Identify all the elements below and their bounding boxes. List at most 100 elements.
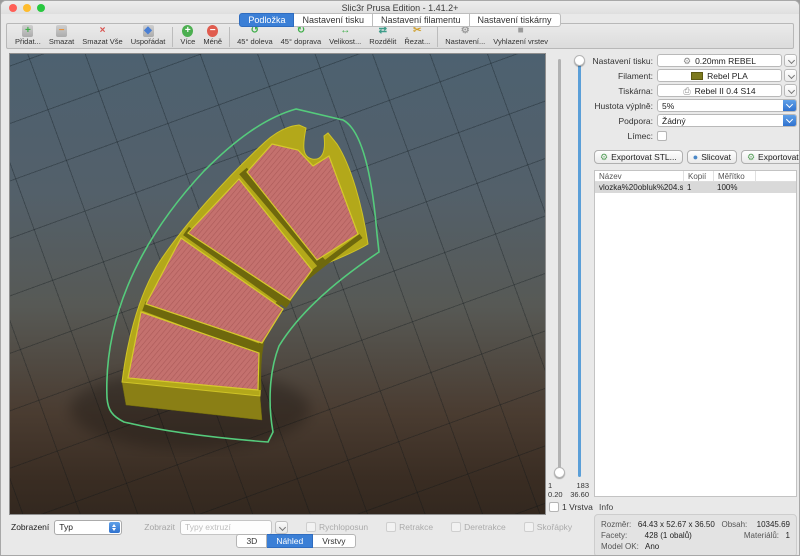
toolbar-separator (172, 27, 173, 47)
extrusion-types-input[interactable] (180, 520, 272, 535)
main-tabs: Podložka Nastavení tisku Nastavení filam… (1, 13, 799, 27)
export-gcode-icon: ⚙ (747, 153, 755, 162)
print-settings-dropdown-button[interactable] (784, 54, 797, 67)
printer-combo[interactable]: ⎙ Rebel II 0.4 S14 (657, 84, 782, 97)
chevron-down-icon (785, 101, 792, 108)
object-name-cell: vlozka%20obluk%204.stl (595, 182, 683, 193)
tab-podlozka[interactable]: Podložka (239, 13, 294, 27)
single-layer-toggle[interactable]: 1 Vrstva (549, 502, 593, 512)
tab-nastaveni-tiskarny[interactable]: Nastavení tiskárny (470, 13, 561, 27)
export-stl-icon: ⚙ (600, 153, 608, 162)
layer-slider-low[interactable] (558, 59, 561, 477)
chevron-down-icon (278, 523, 285, 530)
object-table-header: Název Kopií Měřítko (595, 171, 796, 182)
facets-label: Facety: (601, 531, 645, 540)
split-button[interactable]: ⇄ Rozdělit (365, 25, 400, 49)
slice-icon: ● (693, 153, 698, 162)
rotate-left-button[interactable]: ↺ 45° doleva (233, 25, 277, 49)
printer-icon: ⎙ (683, 86, 690, 96)
object-copies-cell: 1 (683, 182, 713, 193)
view-3d-button[interactable]: 3D (236, 534, 267, 548)
view-layers-button[interactable]: Vrstvy (313, 534, 355, 548)
add-button[interactable]: + Přidat... (11, 25, 45, 49)
shells-checkbox[interactable] (524, 522, 534, 532)
layer-slider-low-knob[interactable] (554, 467, 565, 478)
rotate-right-button[interactable]: ↻ 45° doprava (277, 25, 326, 49)
display-label: Zobrazení (11, 522, 49, 532)
layer-smoothing-button[interactable]: ■ Vyhlazení vrstev (489, 25, 552, 49)
object-list-table[interactable]: Název Kopií Měřítko vlozka%20obluk%204.s… (594, 170, 797, 497)
arrange-button[interactable]: ◆ Uspořádat (127, 25, 170, 49)
single-layer-checkbox[interactable] (549, 502, 559, 512)
unretractions-checkbox[interactable] (451, 522, 461, 532)
table-row[interactable]: vlozka%20obluk%204.stl 1 100% (595, 182, 796, 193)
scale-button[interactable]: ↔ Velikost... (325, 25, 365, 49)
object-scale-cell: 100% (713, 182, 755, 193)
dropdown-arrow-button[interactable] (783, 100, 796, 111)
view-switcher: 3D Náhled Vrstvy (1, 534, 591, 548)
infill-density-row: Hustota výplně: 5% (591, 98, 800, 113)
export-gcode-button[interactable]: ⚙ Exportovat G-kód... (741, 150, 800, 164)
retractions-checkbox[interactable] (386, 522, 396, 532)
export-buttons: ⚙ Exportovat STL... ● Slicovat ⚙ Exporto… (591, 150, 800, 164)
print-settings-combo[interactable]: ⚙ 0.20mm REBEL (657, 54, 782, 67)
shells-toggle[interactable]: Skořápky (524, 522, 572, 532)
unretractions-toggle[interactable]: Deretrakce (451, 522, 506, 532)
infill-density-select[interactable]: 5% (657, 99, 797, 112)
info-title: Info (599, 502, 800, 512)
slice-button[interactable]: ● Slicovat (687, 150, 737, 164)
filament-row: Filament: Rebel PLA (591, 68, 800, 83)
max-z-label: 36.60 (570, 490, 589, 499)
view-preview-button[interactable]: Náhled (267, 534, 313, 548)
size-label: Rozměr: (601, 520, 638, 529)
min-layer-label: 1 (548, 481, 552, 490)
min-z-label: 0.20 (548, 490, 563, 499)
display-mode-dropdown[interactable]: Typ (54, 520, 122, 535)
size-value: 64.43 x 52.67 x 36.50 (638, 520, 722, 529)
travel-toggle[interactable]: Rychloposun (306, 522, 368, 532)
materials-value: 1 (786, 531, 790, 540)
printer-row: Tiskárna: ⎙ Rebel II 0.4 S14 (591, 83, 800, 98)
stepper-icon (109, 522, 120, 533)
sliced-object-preview[interactable] (10, 54, 546, 515)
layer-slider-high[interactable] (578, 59, 581, 477)
delete-button[interactable]: − Smazat (45, 25, 78, 49)
cut-button[interactable]: ✂ Řezat... (400, 25, 434, 49)
object-settings-button[interactable]: ⚙ Nastavení... (441, 25, 489, 49)
max-layer-label: 183 (576, 481, 589, 490)
filament-combo[interactable]: Rebel PLA (657, 69, 782, 82)
chevron-down-icon (787, 57, 794, 64)
window-title: Slic3r Prusa Edition - 1.41.2+ (1, 3, 799, 13)
brim-row: Límec: (591, 128, 800, 143)
layer-slider-high-knob[interactable] (574, 55, 585, 66)
volume-value: 10345.69 (757, 520, 790, 529)
brim-checkbox[interactable] (657, 131, 667, 141)
preview-3d-viewport[interactable] (9, 53, 546, 515)
fewer-button[interactable]: − Méně (199, 25, 226, 49)
delete-all-button[interactable]: × Smazat Vše (78, 25, 126, 49)
dropdown-arrow-button[interactable] (783, 115, 796, 126)
chevron-down-icon (787, 72, 794, 79)
chevron-down-icon (787, 87, 794, 94)
toolbar-separator (437, 27, 438, 47)
printer-dropdown-button[interactable] (784, 84, 797, 97)
extrusion-types-dropdown-button[interactable] (275, 521, 288, 534)
show-label: Zobrazit (144, 522, 175, 532)
materials-label: Materiálů: (744, 531, 786, 540)
settings-panel: Nastavení tisku: ⚙ 0.20mm REBEL Filament… (591, 53, 800, 556)
support-select[interactable]: Žádný (657, 114, 797, 127)
travel-checkbox[interactable] (306, 522, 316, 532)
tab-nastaveni-filamentu[interactable]: Nastavení filamentu (373, 13, 470, 27)
gear-icon: ⚙ (683, 56, 691, 66)
facets-value: 428 (1 obalů) (645, 531, 744, 540)
filament-dropdown-button[interactable] (784, 69, 797, 82)
support-row: Podpora: Žádný (591, 113, 800, 128)
retractions-toggle[interactable]: Retrakce (386, 522, 433, 532)
layer-slider-gutter: 1 183 0.20 36.60 1 Vrstva (546, 53, 591, 556)
export-stl-button[interactable]: ⚙ Exportovat STL... (594, 150, 683, 164)
volume-label: Obsah: (721, 520, 756, 529)
tab-nastaveni-tisku[interactable]: Nastavení tisku (294, 13, 373, 27)
print-settings-row: Nastavení tisku: ⚙ 0.20mm REBEL (591, 53, 800, 68)
more-button[interactable]: + Více (176, 25, 199, 49)
layer-slider-labels: 1 183 0.20 36.60 (546, 481, 591, 499)
